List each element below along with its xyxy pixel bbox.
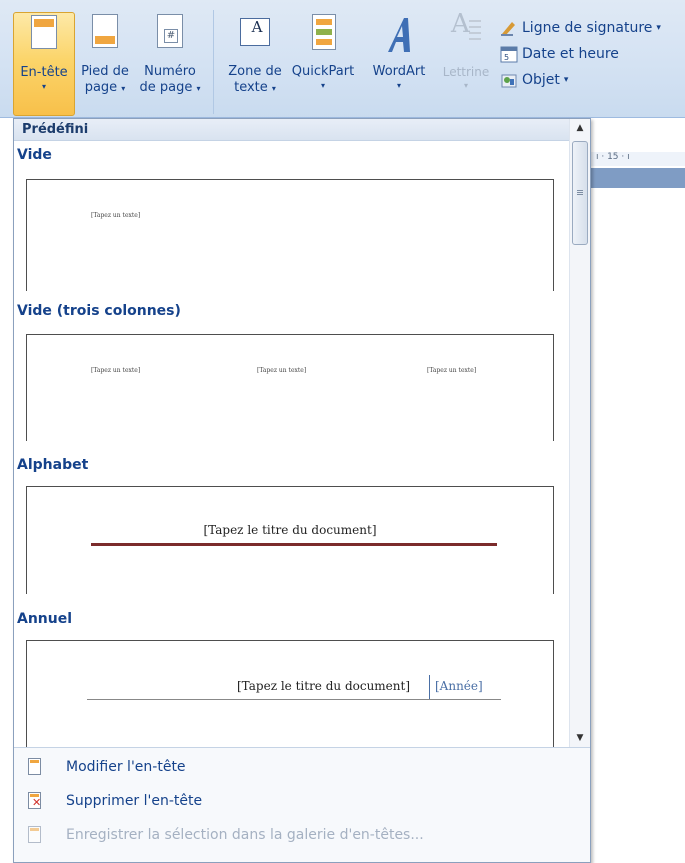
calendar-icon: 5 <box>500 45 518 63</box>
chevron-down-icon: ▾ <box>271 84 276 93</box>
header-button-label: En-tête <box>20 65 68 80</box>
wordart-button[interactable]: WordArt ▾ <box>366 12 432 116</box>
document-title-placeholder: [Tapez le titre du document] <box>203 523 377 537</box>
drop-cap-button[interactable]: A Lettrine ▾ <box>436 11 496 116</box>
title-underline <box>91 543 497 546</box>
footer-button[interactable]: Pied de page ▾ <box>77 12 133 116</box>
ribbon: En-tête ▾ Pied de page ▾ # Numéro de pag… <box>0 0 685 118</box>
page-number-icon: # <box>153 14 187 58</box>
chevron-down-icon: ▾ <box>656 23 661 33</box>
page-number-label-1: Numéro <box>144 64 196 79</box>
footer-button-label-1: Pied de <box>81 64 129 79</box>
placeholder-text: [Tapez un texte] <box>91 367 141 374</box>
signature-line-button[interactable]: Ligne de signature ▾ <box>500 16 661 40</box>
chevron-down-icon: ▾ <box>41 82 46 91</box>
save-to-gallery-icon <box>26 825 44 845</box>
chevron-down-icon: ▾ <box>463 81 468 90</box>
placeholder-text: [Tapez un texte] <box>257 367 307 374</box>
signature-line-label: Ligne de signature <box>522 20 653 36</box>
footer-icon <box>88 14 122 58</box>
gallery-item-three-columns[interactable]: [Tapez un texte] [Tapez un texte] [Tapez… <box>26 334 554 441</box>
chevron-down-icon: ▾ <box>121 84 126 93</box>
pen-icon <box>500 19 518 37</box>
remove-header-icon: ✕ <box>26 791 44 811</box>
section-title-alphabet: Alphabet <box>17 457 89 473</box>
gallery-item-annuel[interactable]: [Tapez le titre du document] [Année] <box>26 640 554 747</box>
wordart-icon <box>382 14 416 58</box>
title-underline <box>87 699 501 700</box>
section-title-three-columns: Vide (trois colonnes) <box>17 303 181 319</box>
document-background <box>590 168 685 188</box>
scroll-up-arrow-icon[interactable]: ▲ <box>570 119 590 137</box>
header-gallery-dropdown: Prédéfini Vide [Tapez un texte] Vide (tr… <box>13 118 591 863</box>
object-button[interactable]: Objet ▾ <box>500 68 661 92</box>
text-box-button[interactable]: A Zone de texte ▾ <box>224 12 286 116</box>
chevron-down-icon: ▾ <box>320 81 325 90</box>
scroll-down-arrow-icon[interactable]: ▼ <box>570 729 590 747</box>
year-placeholder: [Année] <box>435 679 483 693</box>
page-number-label-2: de page <box>139 80 193 95</box>
quickpart-icon <box>306 14 340 58</box>
object-label: Objet <box>522 72 560 88</box>
save-selection-label: Enregistrer la sélection dans la galerie… <box>66 827 424 843</box>
edit-header-icon <box>26 757 44 777</box>
svg-text:5: 5 <box>504 53 509 62</box>
edit-header-label: Modifier l'en-tête <box>66 759 186 775</box>
document-title-placeholder: [Tapez le titre du document] <box>237 679 411 693</box>
scroll-thumb[interactable] <box>572 141 588 245</box>
drop-cap-icon: A <box>449 11 483 58</box>
ribbon-group-separator <box>213 10 214 114</box>
header-gallery: Vide [Tapez un texte] Vide (trois colonn… <box>14 141 569 747</box>
gallery-category-header: Prédéfini <box>14 119 569 141</box>
text-box-label-2: texte <box>234 80 268 95</box>
quickpart-button[interactable]: QuickPart ▾ <box>288 12 358 116</box>
gallery-item-alphabet[interactable]: [Tapez le titre du document] <box>26 486 554 594</box>
horizontal-ruler: ı · 15 · ı <box>590 152 685 166</box>
date-time-label: Date et heure <box>522 46 619 62</box>
drop-cap-label: Lettrine <box>442 65 490 79</box>
section-title-annuel: Annuel <box>17 611 73 627</box>
header-icon <box>27 15 61 59</box>
wordart-label: WordArt <box>372 64 426 79</box>
edit-header-menu-item[interactable]: Modifier l'en-tête <box>14 752 590 782</box>
chevron-down-icon: ▾ <box>196 84 201 93</box>
title-separator <box>429 675 430 699</box>
remove-header-menu-item[interactable]: ✕ Supprimer l'en-tête <box>14 786 590 816</box>
header-button[interactable]: En-tête ▾ <box>13 12 75 116</box>
quickpart-label: QuickPart <box>291 64 355 79</box>
section-title-vide: Vide <box>17 147 52 163</box>
chevron-down-icon: ▾ <box>563 75 569 85</box>
remove-header-label: Supprimer l'en-tête <box>66 793 203 809</box>
object-icon <box>500 71 518 89</box>
text-box-icon: A <box>238 14 272 58</box>
page-number-button[interactable]: # Numéro de page ▾ <box>136 12 204 116</box>
placeholder-text: [Tapez un texte] <box>91 212 141 219</box>
date-time-button[interactable]: 5 Date et heure <box>500 42 661 66</box>
gallery-scrollbar[interactable]: ▲ ▼ <box>569 119 590 747</box>
placeholder-text: [Tapez un texte] <box>427 367 477 374</box>
header-menu: Modifier l'en-tête ✕ Supprimer l'en-tête… <box>14 747 590 862</box>
save-selection-menu-item[interactable]: Enregistrer la sélection dans la galerie… <box>14 820 590 850</box>
chevron-down-icon: ▾ <box>396 81 401 90</box>
text-box-label-1: Zone de <box>228 64 282 79</box>
gallery-item-vide[interactable]: [Tapez un texte] <box>26 179 554 291</box>
text-small-commands: Ligne de signature ▾ 5 Date et heure Obj… <box>500 16 661 94</box>
footer-button-label-2: page <box>84 80 118 95</box>
